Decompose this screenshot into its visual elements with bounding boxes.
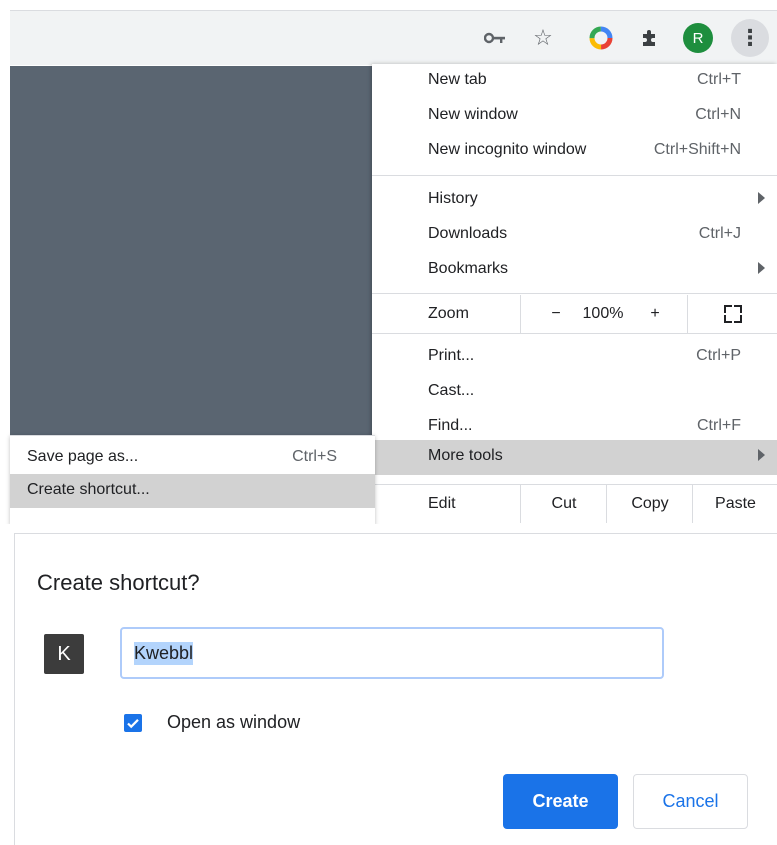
paste-button[interactable]: Paste — [692, 485, 777, 523]
menu-divider — [372, 333, 777, 334]
profile-avatar[interactable]: R — [683, 23, 713, 53]
app-icon: K — [44, 634, 84, 674]
menu-item-label: New tab — [428, 71, 487, 88]
zoom-minus-icon: − — [551, 305, 561, 322]
checkmark-icon — [127, 719, 139, 729]
star-icon[interactable]: ☆ — [528, 23, 558, 53]
shortcut-name-value: Kwebbl — [134, 641, 194, 665]
zoom-plus-icon: + — [650, 305, 660, 322]
menu-item-shortcut: Ctrl+P — [696, 347, 741, 364]
menu-item-more-tools[interactable]: More tools — [372, 440, 777, 475]
open-as-window-checkbox[interactable] — [124, 714, 142, 732]
submenu-item-create-shortcut[interactable]: Create shortcut... — [10, 474, 375, 508]
key-icon[interactable] — [480, 23, 510, 53]
menu-item-label: New incognito window — [428, 141, 587, 158]
menu-item-label: More tools — [428, 447, 503, 464]
chrome-menu-button[interactable]: ⋮ — [731, 19, 769, 57]
edit-label: Edit — [428, 495, 456, 512]
browser-toolbar: ☆ R ⋮ — [10, 10, 777, 65]
zoom-label: Zoom — [428, 305, 469, 322]
submenu-arrow-icon — [758, 449, 765, 461]
menu-item-label: Downloads — [428, 225, 508, 242]
copy-button[interactable]: Copy — [606, 485, 693, 523]
menu-row-edit: Edit Cut Copy Paste — [372, 485, 777, 523]
shortcut-name-input[interactable]: Kwebbl — [120, 627, 664, 679]
cancel-button[interactable]: Cancel — [633, 774, 748, 829]
menu-divider — [372, 293, 777, 294]
more-tools-submenu: Save page as... Ctrl+S Create shortcut..… — [10, 435, 375, 524]
fullscreen-button[interactable] — [687, 295, 777, 333]
menu-item-label: Bookmarks — [428, 260, 509, 277]
chrome-main-menu: New tab Ctrl+T New window Ctrl+N New inc… — [372, 64, 777, 524]
menu-item-cast[interactable]: Cast... — [372, 375, 777, 410]
zoom-value: 100% — [582, 305, 624, 322]
paste-label: Paste — [715, 495, 756, 512]
zoom-in-button[interactable]: + — [622, 295, 688, 333]
submenu-arrow-icon — [758, 192, 765, 204]
open-as-window-label: Open as window — [167, 712, 301, 732]
menu-item-new-tab[interactable]: New tab Ctrl+T — [372, 64, 777, 99]
extension-color-icon[interactable] — [586, 23, 616, 53]
fullscreen-icon — [724, 305, 742, 323]
kebab-icon: ⋮ — [739, 25, 761, 50]
menu-item-bookmarks[interactable]: Bookmarks — [372, 253, 777, 288]
submenu-arrow-icon — [758, 262, 765, 274]
menu-item-shortcut: Ctrl+Shift+N — [653, 141, 741, 158]
menu-divider — [372, 175, 777, 176]
submenu-item-label: Create shortcut... — [27, 481, 150, 498]
dialog-title: Create shortcut? — [37, 570, 200, 595]
copy-label: Copy — [631, 495, 669, 512]
create-button[interactable]: Create — [503, 774, 618, 829]
cut-button[interactable]: Cut — [520, 485, 607, 523]
submenu-item-save-page-as[interactable]: Save page as... Ctrl+S — [10, 441, 375, 475]
menu-item-label: New window — [428, 106, 518, 123]
browser-screenshot: ☆ R ⋮ New tab Ctrl+T New window Ctrl+N N… — [0, 0, 777, 524]
menu-item-label: Find... — [428, 417, 473, 434]
menu-item-new-window[interactable]: New window Ctrl+N — [372, 99, 777, 134]
menu-item-history[interactable]: History — [372, 183, 777, 218]
app-icon-letter: K — [57, 642, 71, 665]
menu-item-shortcut: Ctrl+N — [695, 106, 741, 123]
submenu-item-label: Save page as... — [27, 448, 139, 465]
cut-label: Cut — [551, 495, 577, 512]
create-shortcut-dialog: Create shortcut? K Kwebbl Open as window… — [14, 533, 777, 845]
menu-item-downloads[interactable]: Downloads Ctrl+J — [372, 218, 777, 253]
menu-item-shortcut: Ctrl+T — [697, 71, 741, 88]
menu-item-label: Cast... — [428, 382, 475, 399]
puzzle-icon[interactable] — [635, 23, 665, 53]
avatar-letter: R — [692, 29, 704, 47]
menu-item-label: History — [428, 190, 478, 207]
menu-item-new-incognito-window[interactable]: New incognito window Ctrl+Shift+N — [372, 134, 777, 169]
menu-item-shortcut: Ctrl+J — [698, 225, 741, 242]
menu-item-label: Print... — [428, 347, 475, 364]
submenu-item-shortcut: Ctrl+S — [292, 448, 337, 465]
menu-item-shortcut: Ctrl+F — [697, 417, 741, 434]
menu-item-print[interactable]: Print... Ctrl+P — [372, 340, 777, 375]
menu-row-zoom: Zoom − 100% + — [372, 295, 777, 333]
